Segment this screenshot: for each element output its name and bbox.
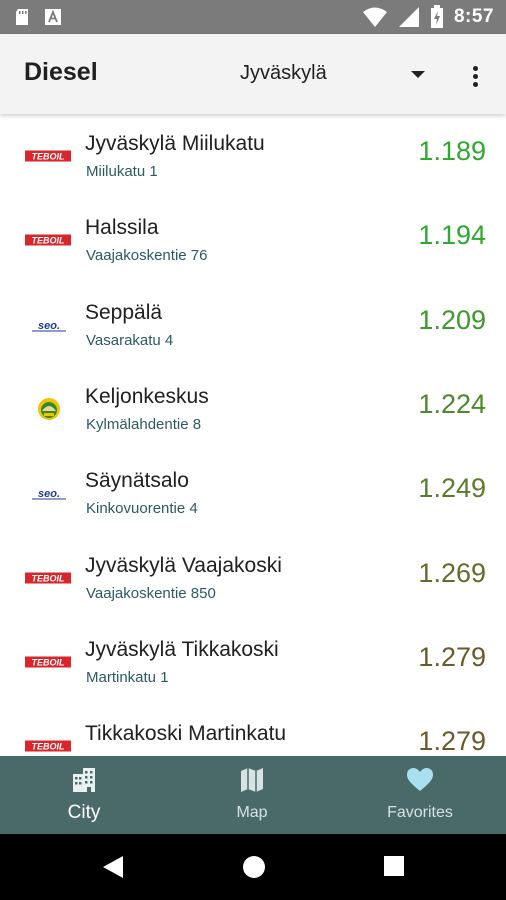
back-icon[interactable]: [102, 855, 124, 879]
battery-charging-icon: [430, 5, 443, 28]
station-address: Kylmälahdentie 8: [86, 415, 202, 433]
station-row[interactable]: Keljonkeskus Kylmälahdentie 8 1.224: [0, 367, 506, 451]
station-price: 1.279: [418, 726, 486, 756]
svg-text:TEBOIL: TEBOIL: [32, 573, 65, 583]
station-name: Keljonkeskus: [85, 384, 209, 408]
bottom-navigation: City Map Favorites: [0, 756, 506, 834]
nav-map[interactable]: Map: [168, 756, 336, 834]
svg-text:seo.: seo.: [38, 320, 60, 332]
sd-card-icon: [16, 9, 28, 25]
recents-icon[interactable]: [384, 856, 404, 876]
station-address: Vaajakoskentie 76: [86, 247, 208, 265]
city-dropdown-value: Jyväskylä: [240, 62, 327, 84]
nav-city-label: City: [67, 802, 101, 823]
nav-favorites-label: Favorites: [387, 804, 453, 821]
map-icon: [241, 768, 263, 792]
station-address: Vaajakoskentie 850: [86, 584, 216, 602]
station-name: Halssila: [85, 216, 159, 240]
abc-logo-icon: [38, 397, 60, 420]
svg-text:TEBOIL: TEBOIL: [32, 657, 65, 667]
station-address: Miilukatu 1: [86, 163, 158, 180]
station-name: Jyväskylä Vaajakoski: [85, 553, 282, 577]
notification-a-icon: [45, 9, 61, 25]
station-price: 1.194: [418, 220, 486, 251]
station-row[interactable]: TEBOIL Jyväskylä Vaajakoski Vaajakoskentie…: [0, 536, 506, 620]
dropdown-arrow-icon: [411, 71, 425, 78]
city-icon: [73, 768, 95, 792]
signal-icon: [398, 7, 419, 27]
app-bar: Diesel Jyväskylä: [0, 34, 506, 114]
overflow-menu-button[interactable]: [466, 62, 486, 92]
station-price: 1.189: [418, 136, 486, 166]
station-price: 1.224: [418, 388, 486, 419]
svg-text:TEBOIL: TEBOIL: [32, 152, 65, 162]
teboil-logo-icon: TEBOIL: [25, 739, 71, 753]
teboil-logo-icon: TEBOIL: [25, 149, 71, 163]
station-row[interactable]: TEBOIL Jyväskylä Miilukatu Miilukatu 1 1.18…: [0, 114, 506, 198]
station-row[interactable]: TEBOIL Tikkakoski Martinkatu 1.279: [0, 704, 506, 756]
station-name: Tikkakoski Martinkatu: [85, 722, 287, 746]
station-name: Säynätsalo: [85, 469, 189, 493]
station-row[interactable]: seo. Seppälä Vasarakatu 4 1.209: [0, 283, 506, 367]
nav-map-label: Map: [236, 804, 268, 821]
teboil-logo-icon: TEBOIL: [25, 233, 71, 247]
station-price: 1.249: [418, 473, 486, 504]
station-address: Martinkatu 1: [86, 668, 169, 686]
station-row[interactable]: seo. Säynätsalo Kinkovuorentie 4 1.249: [0, 451, 506, 535]
more-vert-icon: [473, 66, 478, 71]
station-price: 1.279: [418, 641, 486, 672]
system-navigation-bar: [0, 834, 506, 900]
station-name: Seppälä: [85, 300, 163, 324]
city-dropdown[interactable]: Jyväskylä: [240, 62, 430, 92]
nav-city[interactable]: City: [0, 756, 168, 834]
station-address: Kinkovuorentie 4: [86, 500, 198, 518]
page-title: Diesel: [24, 58, 98, 86]
heart-icon: [407, 768, 433, 791]
station-row[interactable]: TEBOIL Jyväskylä Tikkakoski Martinkatu 1 1.…: [0, 620, 506, 704]
teboil-logo-icon: TEBOIL: [25, 571, 71, 584]
seo-logo-icon: seo.: [32, 488, 66, 500]
station-row[interactable]: TEBOIL Halssila Vaajakoskentie 76 1.194: [0, 198, 506, 282]
nav-favorites[interactable]: Favorites: [336, 756, 504, 834]
station-list[interactable]: TEBOIL Jyväskylä Miilukatu Miilukatu 1 1.18…: [0, 114, 506, 756]
home-icon[interactable]: [242, 855, 266, 879]
status-bar: 8:57: [0, 0, 506, 34]
wifi-icon: [362, 7, 387, 27]
status-time: 8:57: [453, 6, 494, 27]
station-address: Vasarakatu 4: [86, 331, 174, 349]
station-price: 1.269: [418, 557, 486, 588]
station-price: 1.209: [418, 304, 486, 335]
svg-text:TEBOIL: TEBOIL: [32, 236, 65, 246]
station-name: Jyväskylä Tikkakoski: [85, 637, 279, 661]
svg-text:seo.: seo.: [38, 488, 60, 500]
seo-logo-icon: seo.: [32, 320, 66, 332]
station-name: Jyväskylä Miilukatu: [85, 132, 265, 155]
svg-text:TEBOIL: TEBOIL: [32, 742, 65, 752]
teboil-logo-icon: TEBOIL: [25, 655, 71, 669]
